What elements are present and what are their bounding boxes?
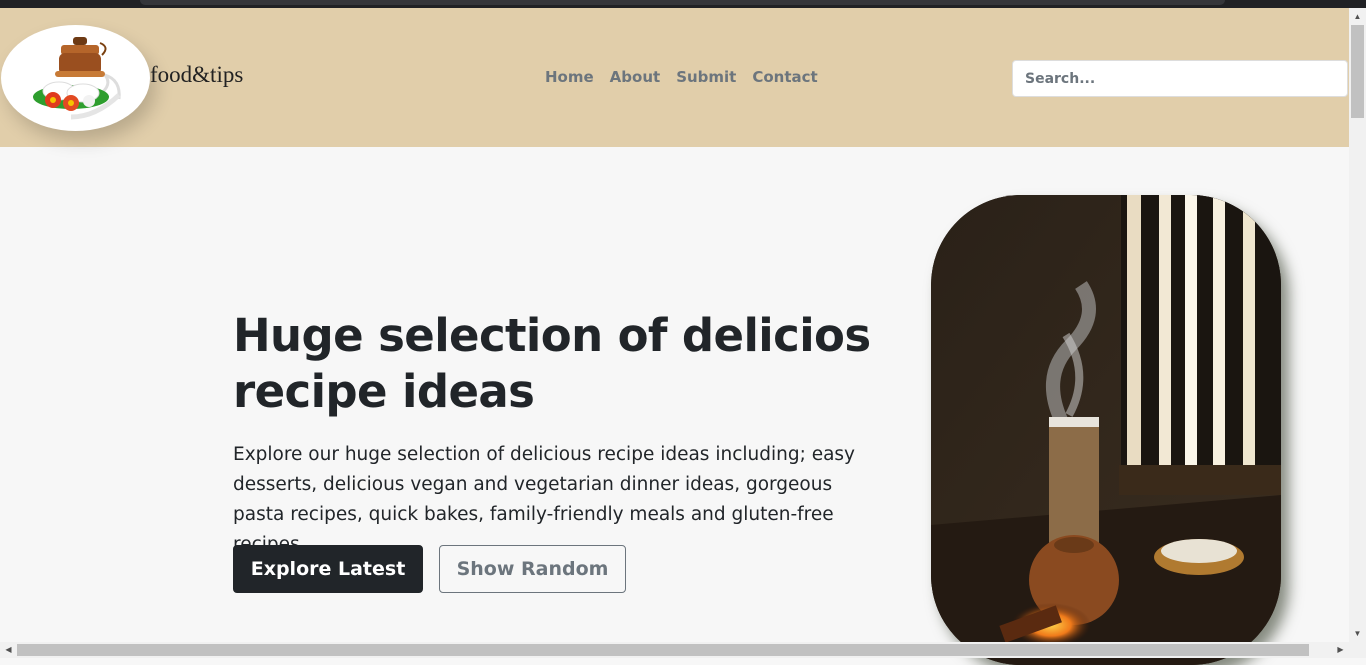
horizontal-scroll-thumb[interactable] (17, 644, 1309, 656)
show-random-button[interactable]: Show Random (439, 545, 626, 593)
vertical-scroll-thumb[interactable] (1351, 25, 1364, 118)
nav-contact[interactable]: Contact (752, 68, 817, 86)
explore-latest-button[interactable]: Explore Latest (233, 545, 423, 593)
horizontal-scrollbar[interactable]: ◀ ▶ (0, 642, 1366, 658)
hero-image (931, 195, 1281, 665)
scroll-down-icon[interactable]: ▼ (1349, 625, 1366, 642)
site-header: food&tips Home About Submit Contact (0, 8, 1349, 147)
search-input[interactable] (1012, 60, 1348, 97)
brand-name[interactable]: food&tips (150, 62, 243, 88)
logo-pot-icon (33, 37, 121, 120)
main-nav: Home About Submit Contact (545, 68, 818, 86)
scroll-right-icon[interactable]: ▶ (1332, 642, 1349, 658)
scroll-up-icon[interactable]: ▲ (1349, 8, 1366, 25)
logo[interactable] (1, 25, 150, 131)
nav-submit[interactable]: Submit (676, 68, 736, 86)
scroll-left-icon[interactable]: ◀ (0, 642, 17, 658)
hero-title: Huge selection of delicios recipe ideas (233, 309, 871, 418)
hero-description: Explore our huge selection of delicious … (233, 444, 855, 555)
nav-about[interactable]: About (610, 68, 661, 86)
hero-kitchen-illustration (931, 195, 1281, 665)
vertical-scrollbar[interactable]: ▲ ▼ (1349, 8, 1366, 642)
nav-home[interactable]: Home (545, 68, 594, 86)
browser-top-strip (0, 0, 1366, 8)
browser-tab-edge (140, 0, 1225, 5)
